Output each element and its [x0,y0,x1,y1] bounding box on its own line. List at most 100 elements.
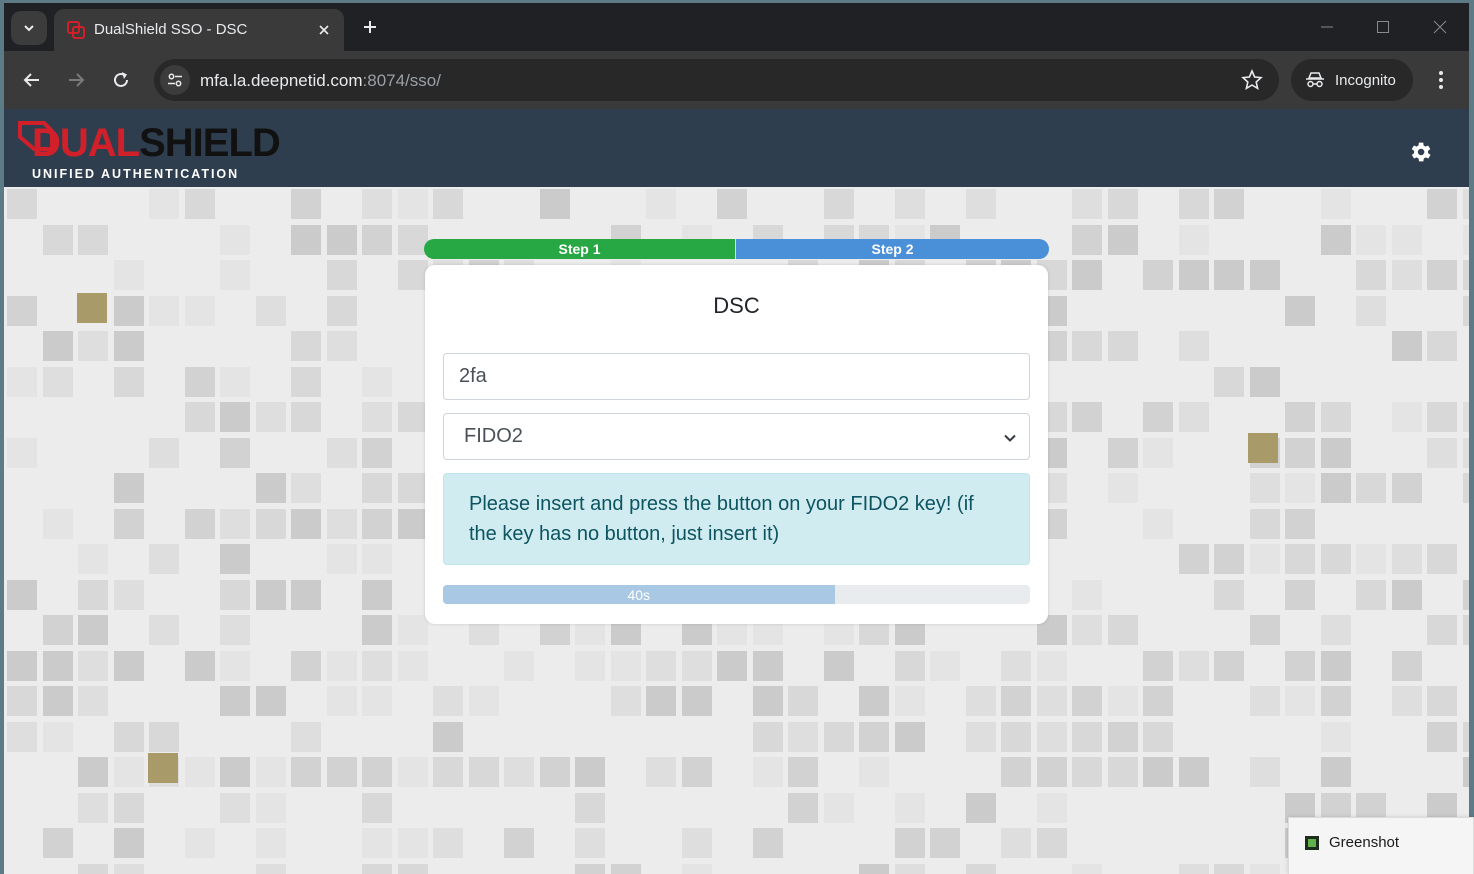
background-tile [113,863,144,874]
background-tile [291,366,321,397]
auth-method-select[interactable]: FIDO2 [443,413,1030,460]
background-tile [1178,189,1209,219]
close-icon [319,25,329,35]
background-tile [1356,260,1386,290]
background-tile [1143,437,1173,468]
background-tile [1107,224,1138,255]
background-tile [7,437,37,468]
background-tile [362,189,392,219]
background-tile [113,260,144,290]
background-tile [397,863,428,874]
background-tile [717,650,747,681]
background-tile [113,508,144,539]
tab-active[interactable]: DualShield SSO - DSC [54,9,344,51]
background-tile [42,650,73,681]
background-tile [894,721,925,752]
forward-button[interactable] [63,67,89,93]
address-bar[interactable]: mfa.la.deepnetid.com:8074/sso/ [154,59,1279,101]
background-tile [1214,260,1244,290]
star-icon[interactable] [1241,69,1263,91]
background-tile [433,721,463,752]
background-tile [681,828,712,858]
minimize-button[interactable] [1315,15,1339,39]
background-tile [1143,402,1173,432]
username-input[interactable]: 2fa [443,353,1030,400]
background-tile [1462,757,1469,787]
background-tile [326,650,357,681]
background-tile [113,295,144,326]
background-tile [220,224,250,255]
background-tile [1107,331,1138,361]
new-tab-button[interactable] [356,13,384,41]
background-tile [220,544,250,574]
background-tile [220,508,250,539]
background-tile [184,295,215,326]
background-tile [1107,189,1138,219]
background-tile [752,650,783,681]
background-tile [1072,189,1102,219]
background-tile [894,650,925,681]
background-tile [255,295,286,326]
background-tile [1214,650,1244,681]
dualshield-logo[interactable]: DUALSHIELD UNIFIED AUTHENTICATION [14,117,281,181]
browser-menu-button[interactable] [1430,69,1452,91]
background-tile [1249,615,1280,645]
background-tile [1249,686,1280,716]
background-tile [362,650,392,681]
gear-icon[interactable] [1407,139,1433,165]
background-tile [1249,473,1280,503]
background-tile [184,650,215,681]
background-tile [220,650,250,681]
background-tile [1143,686,1173,716]
background-tile [1356,295,1386,326]
background-tile [1001,828,1031,858]
background-tile [362,473,392,503]
background-tile [291,650,321,681]
reload-icon [114,72,128,87]
background-tile [1320,224,1351,255]
background-tile [433,757,463,787]
background-tile [965,686,996,716]
background-tile [1001,721,1031,752]
minimize-icon [1321,26,1333,28]
reload-button[interactable] [108,67,134,93]
background-tile [1427,331,1457,361]
background-tile [1285,686,1315,716]
background-tile [752,721,783,752]
background-tile [255,686,286,716]
close-window-button[interactable] [1428,15,1452,39]
background-tile [220,402,250,432]
background-tile [78,615,108,645]
tab-search-button[interactable] [11,11,47,45]
background-tile [1285,544,1315,574]
tab-close-button[interactable] [314,20,334,40]
step-2: Step 2 [736,239,1049,259]
background-tile [1285,579,1315,610]
back-button[interactable] [19,67,45,93]
background-tile [1391,331,1422,361]
background-tile [894,863,925,874]
background-tile [468,757,499,787]
background-tile [894,828,925,858]
incognito-button[interactable]: Incognito [1291,59,1413,101]
background-tile [149,615,179,645]
background-tile [1072,686,1102,716]
timeout-progress-bar: 40s [443,585,835,604]
background-tile [1391,224,1422,255]
background-tile [504,757,534,787]
background-tile [220,792,250,823]
background-tile [859,863,889,874]
background-tile [78,686,108,716]
maximize-button[interactable] [1371,15,1395,39]
background-tile [42,331,73,361]
background-tile [930,650,960,681]
background-tile [788,721,818,752]
background-tile [681,686,712,716]
site-info-button[interactable] [160,65,190,95]
background-tile [1462,615,1469,645]
background-tile [1391,402,1422,432]
background-tile [1462,473,1469,503]
background-tile [1107,615,1138,645]
greenshot-notification[interactable]: Greenshot [1288,817,1474,874]
background-tile [397,224,428,255]
